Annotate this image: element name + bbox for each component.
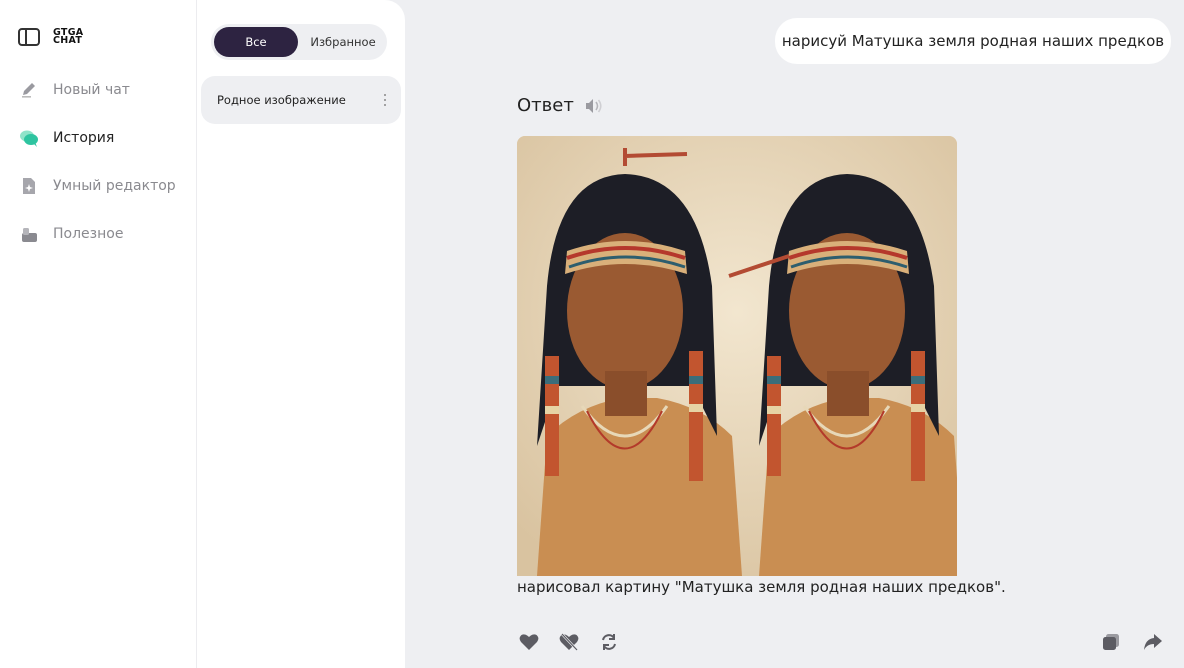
generated-image[interactable] — [517, 136, 957, 576]
copy-icon[interactable] — [1101, 632, 1121, 652]
user-message-text: нарисуй Матушка земля родная наших предк… — [781, 32, 1165, 50]
history-item-title: Родное изображение — [217, 93, 346, 107]
nav-column: GTGA CHAT Новый чат История Умный редакт… — [0, 0, 197, 668]
answer-caption: нарисовал картину "Матушка земля родная … — [517, 578, 1006, 596]
sidebar: GTGA CHAT Новый чат История Умный редакт… — [0, 0, 405, 668]
answer-header: Ответ — [517, 95, 604, 116]
nav-item-label: Умный редактор — [53, 178, 176, 194]
speaker-icon[interactable] — [584, 98, 604, 114]
share-icon[interactable] — [1143, 632, 1163, 652]
nav-item-smart-editor[interactable]: Умный редактор — [19, 176, 176, 196]
more-options-icon[interactable] — [383, 94, 387, 106]
dislike-icon[interactable] — [559, 632, 579, 652]
pencil-icon — [19, 80, 39, 100]
history-item[interactable]: Родное изображение — [201, 76, 401, 124]
nav-item-history[interactable]: История — [19, 128, 114, 148]
logo[interactable]: GTGA CHAT — [53, 28, 83, 46]
nav-item-label: Новый чат — [53, 82, 130, 98]
answer-actions — [519, 632, 619, 652]
history-filter-toggle: Все Избранное — [211, 24, 387, 60]
history-panel: Все Избранное Родное изображение — [198, 0, 405, 668]
chat-bubbles-icon — [19, 128, 39, 148]
sidebar-toggle-icon[interactable] — [18, 28, 40, 46]
answer-title: Ответ — [517, 95, 574, 116]
smart-doc-icon — [19, 176, 39, 196]
answer-share-actions — [1101, 632, 1163, 652]
nav-header: GTGA CHAT — [18, 28, 83, 46]
toolbox-icon — [19, 224, 39, 244]
filter-favorites-button[interactable]: Избранное — [301, 27, 385, 57]
heart-icon[interactable] — [519, 632, 539, 652]
nav-item-useful[interactable]: Полезное — [19, 224, 123, 244]
nav-item-label: Полезное — [53, 226, 124, 242]
filter-all-button[interactable]: Все — [214, 27, 298, 57]
logo-line-2: CHAT — [53, 35, 83, 46]
nav-item-label: История — [53, 130, 115, 146]
regenerate-icon[interactable] — [599, 632, 619, 652]
nav-item-new-chat[interactable]: Новый чат — [19, 80, 130, 100]
user-message-bubble: нарисуй Матушка земля родная наших предк… — [775, 18, 1171, 64]
